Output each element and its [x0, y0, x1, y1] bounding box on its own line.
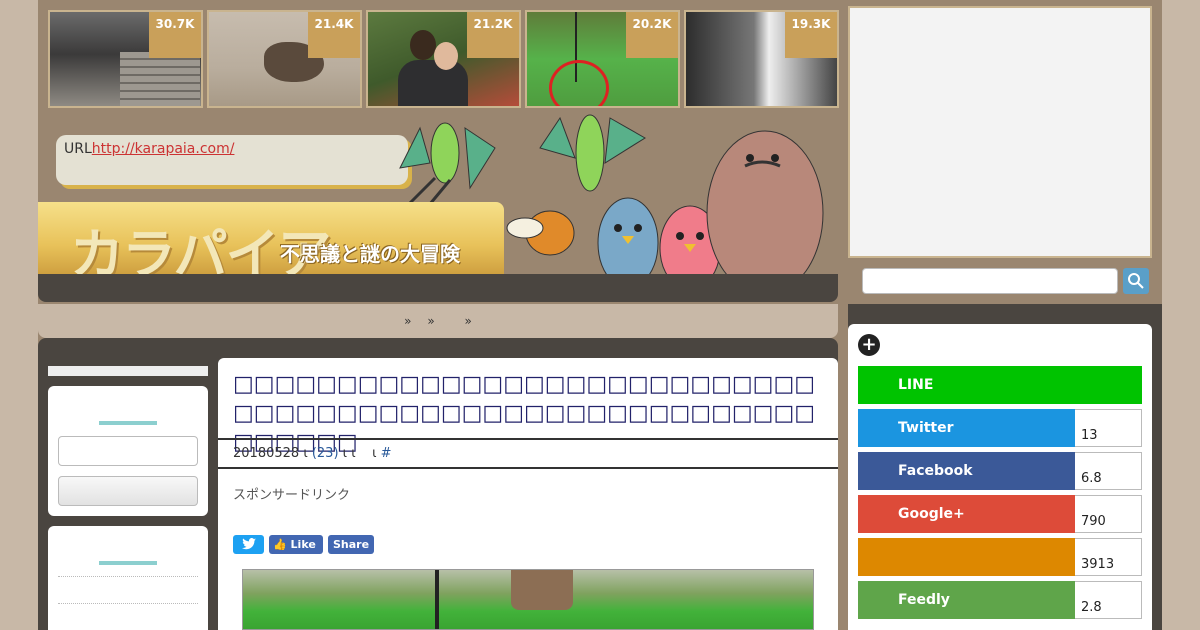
- share-count: 6.8: [1075, 452, 1142, 490]
- share-label: Feedly: [858, 581, 1075, 619]
- article-image: [242, 569, 814, 630]
- title-divider: [218, 438, 838, 440]
- widget-title-divider: [99, 561, 157, 565]
- share-button-googleplus[interactable]: Google+ 790: [858, 495, 1142, 533]
- site-url-link[interactable]: http://karapaia.com/: [92, 141, 235, 157]
- share-button-facebook[interactable]: Facebook 6.8: [858, 452, 1142, 490]
- article-sns-buttons: 👍 Like Share: [233, 535, 374, 554]
- share-label: [858, 538, 1075, 576]
- share-count: 3913: [1075, 538, 1142, 576]
- plus-icon[interactable]: +: [858, 334, 880, 356]
- thumbnail-count: 21.2K: [467, 12, 519, 58]
- twitter-bird-icon: [241, 538, 256, 550]
- comment-count-link[interactable]: (23): [312, 446, 339, 461]
- site-subtitle: 不思議と謎の大冒険: [280, 242, 460, 266]
- thumbnail-count: 30.7K: [149, 12, 201, 58]
- tweet-button[interactable]: [233, 535, 264, 554]
- share-count: 2.8: [1075, 581, 1142, 619]
- thumbnail-3[interactable]: 21.2K: [366, 10, 521, 108]
- share-button-twitter[interactable]: Twitter 13: [858, 409, 1142, 447]
- share-label: LINE: [858, 366, 1142, 404]
- like-label: Like: [290, 538, 316, 551]
- search-icon: [1128, 273, 1144, 289]
- share-count: 13: [1075, 409, 1142, 447]
- share-label: Twitter: [858, 409, 1075, 447]
- left-sidebar-header: [48, 366, 208, 376]
- thumbs-up-icon: 👍: [273, 538, 287, 551]
- widget-title-divider: [99, 421, 157, 425]
- thumbnail-image: [398, 60, 468, 106]
- article-meta: 20180528 ι (23) ι ι ι #: [233, 446, 392, 461]
- butterfly-mascot-center-icon: [539, 114, 646, 192]
- share-button-feedly[interactable]: Feedly 2.8: [858, 581, 1142, 619]
- meta-divider: [218, 467, 838, 469]
- left-widget-list: [48, 526, 208, 630]
- share-label: Facebook: [858, 452, 1075, 490]
- search-input[interactable]: [862, 268, 1118, 294]
- thumbnail-image: [434, 42, 458, 70]
- thumbnail-image: [549, 60, 609, 106]
- pole: [435, 570, 439, 629]
- url-box: URLhttp://karapaia.com/: [56, 135, 408, 185]
- brown-mascot-icon: [706, 130, 824, 296]
- nav-item[interactable]: »: [427, 314, 434, 328]
- thumbnail-count: 20.2K: [626, 12, 678, 58]
- nav-item[interactable]: »: [465, 314, 472, 328]
- url-label: URL: [64, 141, 92, 157]
- article-title[interactable]: □□□□□□□□□□□□□□□□□□□□□□□□□□□□□□□□□□□□□□□□…: [233, 370, 823, 457]
- thumbnail-1[interactable]: 30.7K: [48, 10, 203, 108]
- left-search-button[interactable]: [58, 476, 198, 506]
- share-label: Google+: [858, 495, 1075, 533]
- nav-bar: » » »: [38, 304, 838, 338]
- thumbnail-image: [120, 52, 200, 106]
- article-date: 20180528: [233, 446, 300, 461]
- thumbnail-image: [410, 30, 436, 60]
- thumbnail-4[interactable]: 20.2K: [525, 10, 680, 108]
- list-divider: [58, 576, 198, 577]
- share-count: 790: [1075, 495, 1142, 533]
- facebook-like-button[interactable]: 👍 Like: [269, 535, 323, 554]
- search-button[interactable]: [1123, 268, 1149, 294]
- tree-trunk: [511, 570, 573, 610]
- facebook-share-button[interactable]: Share: [328, 535, 374, 554]
- thumbnail-count: 19.3K: [785, 12, 837, 58]
- butterfly-mascot-left-icon: [399, 122, 496, 205]
- popular-thumbnails: 30.7K 21.4K 21.2K 20.2K 19.3K: [48, 10, 840, 108]
- thumbnail-2[interactable]: 21.4K: [207, 10, 362, 108]
- sponsored-link-label: スポンサードリンク: [233, 488, 351, 503]
- list-divider: [58, 603, 198, 604]
- share-button-line[interactable]: LINE: [858, 366, 1142, 404]
- nav-item[interactable]: »: [404, 314, 411, 328]
- thumbnail-count: 21.4K: [308, 12, 360, 58]
- header-bar: [38, 274, 838, 302]
- thumbnail-5[interactable]: 19.3K: [684, 10, 839, 108]
- left-search-input[interactable]: [58, 436, 198, 466]
- share-button-hatena[interactable]: 3913: [858, 538, 1142, 576]
- tag-link[interactable]: #: [381, 446, 392, 461]
- ad-slot[interactable]: [848, 6, 1152, 258]
